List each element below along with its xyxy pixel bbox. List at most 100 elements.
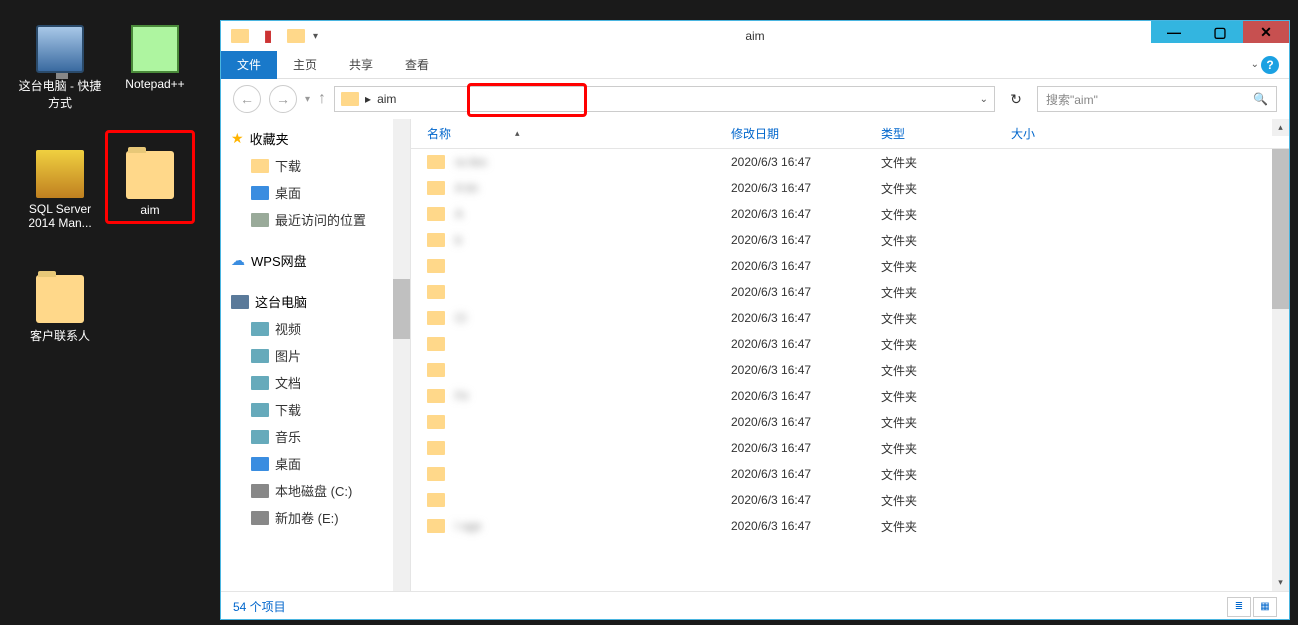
- col-header-type[interactable]: 类型: [881, 125, 1011, 142]
- file-row[interactable]: 2020/6/3 16:47文件夹: [411, 357, 1289, 383]
- breadcrumb-arrow[interactable]: ▸: [365, 92, 371, 106]
- file-type: 文件夹: [881, 154, 1011, 171]
- address-bar[interactable]: ▸ aim ⌄: [334, 86, 995, 112]
- file-row[interactable]: A tin2020/6/3 16:47文件夹: [411, 175, 1289, 201]
- refresh-button[interactable]: ↻: [1003, 86, 1029, 112]
- pictures-icon: [251, 349, 269, 363]
- folder-icon: [427, 285, 445, 299]
- scroll-up-icon[interactable]: ▴: [1272, 119, 1289, 136]
- file-date: 2020/6/3 16:47: [731, 181, 881, 195]
- recent-icon: [251, 213, 269, 227]
- file-date: 2020/6/3 16:47: [731, 519, 881, 533]
- sqlserver-icon: [36, 150, 84, 198]
- file-list[interactable]: ra iles2020/6/3 16:47文件夹 A tin 2020/6/3 16…: [411, 149, 1289, 561]
- qat-properties-icon[interactable]: ▮: [257, 25, 279, 47]
- file-row[interactable]: 2020/6/3 16:47文件夹: [411, 461, 1289, 487]
- tab-view[interactable]: 查看: [389, 51, 445, 79]
- scroll-down-icon[interactable]: ▾: [1272, 574, 1289, 591]
- file-type: 文件夹: [881, 414, 1011, 431]
- file-row[interactable]: 2020/6/3 16:47文件夹: [411, 487, 1289, 513]
- file-row[interactable]: b 2020/6/3 16:47文件夹: [411, 227, 1289, 253]
- sort-asc-icon: ▴: [515, 128, 520, 139]
- view-icons-button[interactable]: ▦: [1253, 597, 1277, 617]
- file-row[interactable]: A 2020/6/3 16:47文件夹: [411, 201, 1289, 227]
- nav-scrollbar-thumb[interactable]: [393, 279, 410, 339]
- help-icon[interactable]: ?: [1261, 56, 1279, 74]
- folder-icon: [427, 415, 445, 429]
- file-name: I age: [455, 519, 482, 533]
- nav-item-documents[interactable]: 文档: [221, 369, 410, 396]
- desktop-icon-contacts[interactable]: 客户联系人: [15, 275, 105, 344]
- address-dropdown-icon[interactable]: ⌄: [980, 94, 988, 105]
- nav-label: 这台电脑: [255, 292, 307, 311]
- nav-item-downloads[interactable]: 下载: [221, 152, 410, 179]
- up-button[interactable]: ↑: [318, 90, 326, 108]
- file-row[interactable]: 2020/6/3 16:47文件夹: [411, 409, 1289, 435]
- nav-scrollbar[interactable]: [393, 119, 410, 591]
- breadcrumb-current[interactable]: aim: [377, 92, 396, 106]
- ribbon-expand-icon[interactable]: ⌄: [1251, 59, 1259, 70]
- titlebar[interactable]: ▮ ▾ aim — ▢ ✕: [221, 21, 1289, 51]
- file-row[interactable]: 2020/6/3 16:47文件夹: [411, 435, 1289, 461]
- folder-icon: [427, 259, 445, 273]
- file-row[interactable]: 2020/6/3 16:47文件夹: [411, 253, 1289, 279]
- tab-file[interactable]: 文件: [221, 51, 277, 79]
- minimize-button[interactable]: —: [1151, 21, 1197, 43]
- search-icon: 🔍: [1253, 92, 1268, 106]
- view-details-button[interactable]: ≣: [1227, 597, 1251, 617]
- statusbar: 54 个项目 ≣ ▦: [221, 591, 1289, 621]
- file-type: 文件夹: [881, 284, 1011, 301]
- nav-item-music[interactable]: 音乐: [221, 423, 410, 450]
- maximize-button[interactable]: ▢: [1197, 21, 1243, 43]
- desktop-icon: [251, 457, 269, 471]
- forward-button[interactable]: →: [269, 85, 297, 113]
- downloads-icon: [251, 403, 269, 417]
- nav-item-pictures[interactable]: 图片: [221, 342, 410, 369]
- qat-folder-icon[interactable]: [229, 25, 251, 47]
- notepadpp-icon: [131, 25, 179, 73]
- search-input[interactable]: 搜索"aim" 🔍: [1037, 86, 1277, 112]
- nav-favorites: ★ 收藏夹 下载 桌面 最近访问的位置: [221, 125, 410, 233]
- nav-wps-header[interactable]: ☁ WPS网盘: [221, 247, 410, 274]
- music-icon: [251, 430, 269, 444]
- nav-item-desktop[interactable]: 桌面: [221, 179, 410, 206]
- nav-item-desktop2[interactable]: 桌面: [221, 450, 410, 477]
- back-button[interactable]: ←: [233, 85, 261, 113]
- file-date: 2020/6/3 16:47: [731, 389, 881, 403]
- file-type: 文件夹: [881, 466, 1011, 483]
- col-header-date[interactable]: 修改日期: [731, 125, 881, 142]
- desktop-icon-this-pc[interactable]: 这台电脑 - 快捷方式: [15, 25, 105, 111]
- desktop-icon-notepadpp[interactable]: Notepad++: [110, 25, 200, 91]
- col-header-name[interactable]: 名称▴: [411, 125, 731, 142]
- tab-home[interactable]: 主页: [277, 51, 333, 79]
- file-row[interactable]: ra iles2020/6/3 16:47文件夹: [411, 149, 1289, 175]
- tab-share[interactable]: 共享: [333, 51, 389, 79]
- folder-icon: [427, 155, 445, 169]
- file-row[interactable]: I age2020/6/3 16:47文件夹: [411, 513, 1289, 539]
- icon-label: 客户联系人: [15, 327, 105, 344]
- file-row[interactable]: 2020/6/3 16:47文件夹: [411, 331, 1289, 357]
- file-row[interactable]: 2020/6/3 16:47文件夹: [411, 279, 1289, 305]
- file-name: A tin: [455, 181, 478, 195]
- file-row[interactable]: Fir 2020/6/3 16:47文件夹: [411, 383, 1289, 409]
- disk-icon: [251, 484, 269, 498]
- nav-pane[interactable]: ★ 收藏夹 下载 桌面 最近访问的位置 ☁ WPS网盘 这台电脑 视频: [221, 119, 411, 591]
- nav-favorites-header[interactable]: ★ 收藏夹: [221, 125, 410, 152]
- recent-locations-icon[interactable]: ▾: [305, 94, 310, 105]
- nav-pc-header[interactable]: 这台电脑: [221, 288, 410, 315]
- file-scrollbar-thumb[interactable]: [1272, 149, 1289, 309]
- desktop-icon-aim[interactable]: aim: [105, 130, 195, 224]
- col-header-size[interactable]: 大小: [1011, 125, 1111, 142]
- close-button[interactable]: ✕: [1243, 21, 1289, 43]
- nav-item-disk-c[interactable]: 本地磁盘 (C:): [221, 477, 410, 504]
- desktop-icon-sqlserver[interactable]: SQL Server 2014 Man...: [15, 150, 105, 230]
- qat-dropdown-icon[interactable]: ▾: [313, 31, 318, 42]
- nav-item-disk-e[interactable]: 新加卷 (E:): [221, 504, 410, 531]
- file-type: 文件夹: [881, 206, 1011, 223]
- nav-item-downloads2[interactable]: 下载: [221, 396, 410, 423]
- nav-item-videos[interactable]: 视频: [221, 315, 410, 342]
- file-row[interactable]: Cl 2020/6/3 16:47文件夹: [411, 305, 1289, 331]
- nav-item-recent[interactable]: 最近访问的位置: [221, 206, 410, 233]
- qat-newfolder-icon[interactable]: [285, 25, 307, 47]
- main-area: ★ 收藏夹 下载 桌面 最近访问的位置 ☁ WPS网盘 这台电脑 视频: [221, 119, 1289, 591]
